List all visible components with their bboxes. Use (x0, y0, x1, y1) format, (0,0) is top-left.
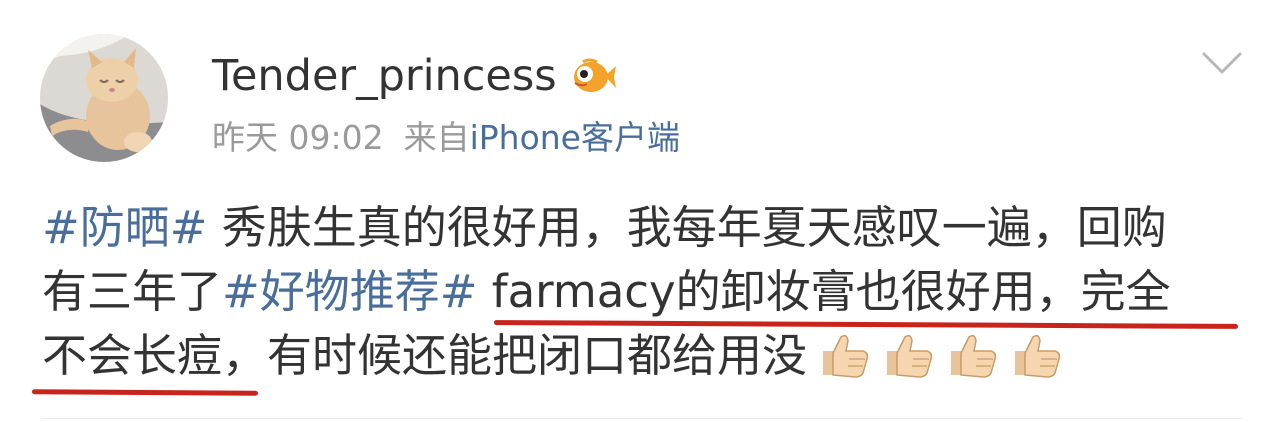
content-line-3: 不会长痘，有时候还能把闭口都给用没 (42, 324, 1252, 388)
username[interactable]: Tender_princess (212, 50, 557, 102)
hashtag-link[interactable]: #好物推荐# (222, 265, 477, 318)
fish-badge-icon[interactable] (567, 56, 617, 96)
content-line-1: #防晒# 秀肤生真的很好用，我每年夏天感叹一遍，回购 (42, 196, 1252, 260)
source-link[interactable]: iPhone客户端 (470, 118, 680, 157)
post-meta: 昨天 09:02 来自iPhone客户端 (212, 116, 680, 160)
content-text: 不会长痘，有时候还能把闭口都给用没 (42, 329, 808, 382)
thumbs-up-icon (1015, 334, 1061, 378)
avatar[interactable] (40, 34, 168, 162)
thumbs-up-icon (823, 334, 869, 378)
thumbs-up-icon (951, 334, 997, 378)
thumbs-up-icon (887, 334, 933, 378)
content-line-2: 有三年了#好物推荐# farmacy的卸妆膏也很好用，完全 (42, 260, 1252, 324)
red-underline-2 (31, 389, 259, 396)
source-prefix: 来自 (403, 118, 470, 157)
cat-avatar-image (40, 34, 168, 162)
content-text: 有三年了 (42, 265, 223, 318)
username-row: Tender_princess (212, 50, 617, 102)
emoji-row (807, 329, 1063, 382)
chevron-down-icon[interactable] (1200, 48, 1244, 78)
post-time: 昨天 09:02 (212, 118, 384, 157)
content-text: 秀肤生真的很好用，我每年夏天感叹一遍，回购 (207, 201, 1167, 254)
post-content: #防晒# 秀肤生真的很好用，我每年夏天感叹一遍，回购 有三年了#好物推荐# fa… (42, 196, 1252, 388)
content-text: farmacy的卸妆膏也很好用，完全 (477, 265, 1171, 318)
divider (42, 418, 1242, 419)
hashtag-link[interactable]: #防晒# (42, 201, 207, 254)
